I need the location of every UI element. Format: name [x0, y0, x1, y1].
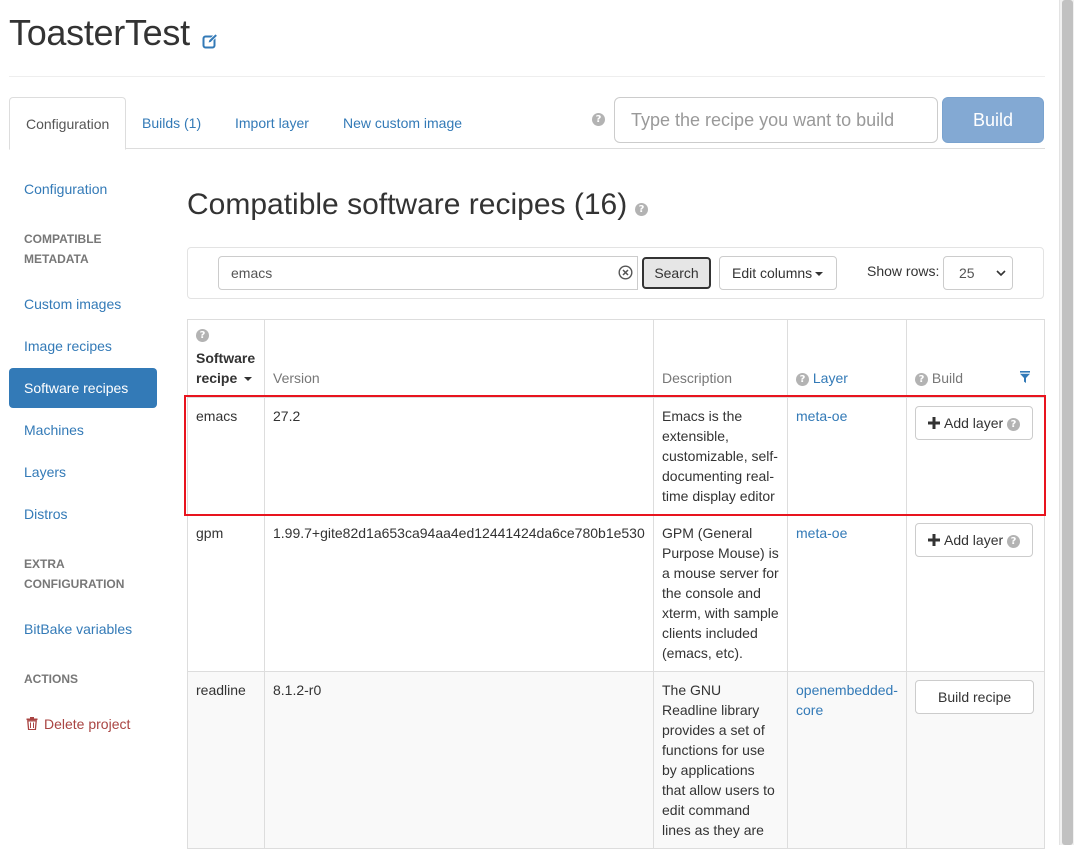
cell-recipe: readline — [187, 671, 265, 849]
help-icon[interactable]: ? — [1007, 417, 1021, 431]
edit-icon[interactable] — [202, 33, 218, 49]
cell-recipe: emacs — [187, 397, 265, 515]
sidebar-item-layers[interactable]: Layers — [24, 464, 66, 480]
table-row: emacs 27.2 Emacs is the extensible, cust… — [187, 397, 1045, 515]
table-row: readline 8.1.2-r0 The GNU Readline libra… — [187, 671, 1045, 849]
cell-description: The GNU Readline library provides a set … — [653, 671, 788, 849]
add-layer-button[interactable]: Add layer ? — [915, 523, 1034, 557]
clear-search-icon[interactable] — [618, 265, 633, 280]
column-header-recipe-line: recipe — [196, 370, 238, 386]
cell-description: Emacs is the extensible, customizable, s… — [653, 397, 788, 515]
column-header-layer-label[interactable]: Layer — [813, 370, 848, 386]
column-header-layer[interactable]: ? Layer — [787, 319, 907, 398]
sidebar-item-configuration[interactable]: Configuration — [24, 181, 107, 197]
cell-version: 1.99.7+gite82d1a653ca94aa4ed12441424da6c… — [264, 514, 654, 672]
help-icon[interactable]: ? — [635, 203, 648, 216]
cell-layer-link[interactable]: meta-oe — [796, 525, 847, 541]
sidebar-heading-line: EXTRA — [24, 557, 65, 571]
sidebar-item-machines[interactable]: Machines — [24, 422, 84, 438]
column-header-build: ? Build — [906, 319, 1045, 398]
help-icon[interactable]: ? — [1007, 534, 1021, 548]
cell-version: 27.2 — [264, 397, 654, 515]
help-icon[interactable]: ? — [592, 113, 605, 126]
sidebar-heading-extra-configuration: EXTRA CONFIGURATION — [24, 554, 124, 594]
edit-columns-label: Edit columns — [732, 265, 813, 281]
sidebar-heading-actions: ACTIONS — [24, 672, 78, 686]
search-input[interactable]: emacs — [218, 256, 638, 290]
show-rows-value: 25 — [959, 265, 975, 281]
project-title: ToasterTest — [9, 12, 190, 53]
recipes-table: ? Software recipe Version Description ? … — [187, 319, 1045, 849]
tab-import-layer[interactable]: Import layer — [219, 97, 325, 149]
search-button[interactable]: Search — [642, 257, 711, 289]
column-header-version[interactable]: Version — [264, 319, 654, 398]
tab-builds[interactable]: Builds (1) — [126, 97, 217, 149]
plus-icon — [928, 534, 940, 546]
cell-recipe: gpm — [187, 514, 265, 672]
column-header-build-label: Build — [931, 370, 964, 386]
sidebar-heading-line: METADATA — [24, 252, 89, 266]
tab-new-custom-image[interactable]: New custom image — [327, 97, 478, 149]
sort-caret-icon — [244, 377, 253, 382]
header-divider — [9, 76, 1045, 77]
show-rows-select[interactable]: 25 — [943, 256, 1013, 290]
edit-columns-button[interactable]: Edit columns — [719, 256, 837, 290]
cell-layer-link[interactable]: meta-oe — [796, 408, 847, 424]
sidebar-item-distros[interactable]: Distros — [24, 506, 68, 522]
tab-configuration[interactable]: Configuration — [9, 97, 127, 150]
build-recipe-button[interactable]: Build recipe — [915, 680, 1035, 714]
table-row: gpm 1.99.7+gite82d1a653ca94aa4ed12441424… — [187, 514, 1045, 672]
cell-description: GPM (General Purpose Mouse) is a mouse s… — [653, 514, 788, 672]
add-layer-label: Add layer — [944, 532, 1004, 548]
sidebar-heading-line: COMPATIBLE — [24, 232, 102, 246]
sidebar-heading-compatible-metadata: COMPATIBLE METADATA — [24, 229, 102, 269]
sidebar-item-software-recipes[interactable]: Software recipes — [9, 368, 157, 408]
column-header-recipe[interactable]: ? Software recipe — [187, 319, 265, 398]
scrollbar-thumb[interactable] — [1062, 0, 1073, 845]
show-rows-label: Show rows: — [867, 263, 940, 279]
help-icon[interactable]: ? — [796, 372, 809, 386]
sidebar-item-custom-images[interactable]: Custom images — [24, 296, 121, 312]
sidebar-item-image-recipes[interactable]: Image recipes — [24, 338, 112, 354]
column-header-description: Description — [653, 319, 788, 398]
chevron-down-icon — [996, 270, 1006, 277]
add-layer-button[interactable]: Add layer ? — [915, 406, 1034, 440]
cell-version: 8.1.2-r0 — [264, 671, 654, 849]
help-icon[interactable]: ? — [196, 329, 209, 342]
delete-project-link[interactable]: Delete project — [26, 716, 130, 732]
table-header-row: ? Software recipe Version Description ? … — [187, 319, 1045, 398]
sidebar-heading-line: CONFIGURATION — [24, 577, 125, 591]
build-button[interactable]: Build — [942, 97, 1044, 143]
build-recipe-input[interactable] — [614, 97, 938, 143]
help-icon[interactable]: ? — [915, 372, 928, 386]
section-title: Compatible software recipes (16) — [187, 188, 628, 221]
sidebar-item-bitbake-variables[interactable]: BitBake variables — [24, 621, 132, 637]
page-scrollbar[interactable] — [1059, 0, 1074, 845]
add-layer-label: Add layer — [944, 415, 1004, 431]
trash-icon — [26, 717, 38, 730]
filter-icon[interactable] — [1020, 371, 1030, 383]
column-header-recipe-line: Software — [196, 350, 256, 366]
cell-layer-link[interactable]: openembedded-core — [796, 682, 898, 718]
caret-down-icon — [815, 272, 824, 277]
plus-icon — [928, 417, 940, 429]
delete-project-label: Delete project — [44, 716, 131, 732]
